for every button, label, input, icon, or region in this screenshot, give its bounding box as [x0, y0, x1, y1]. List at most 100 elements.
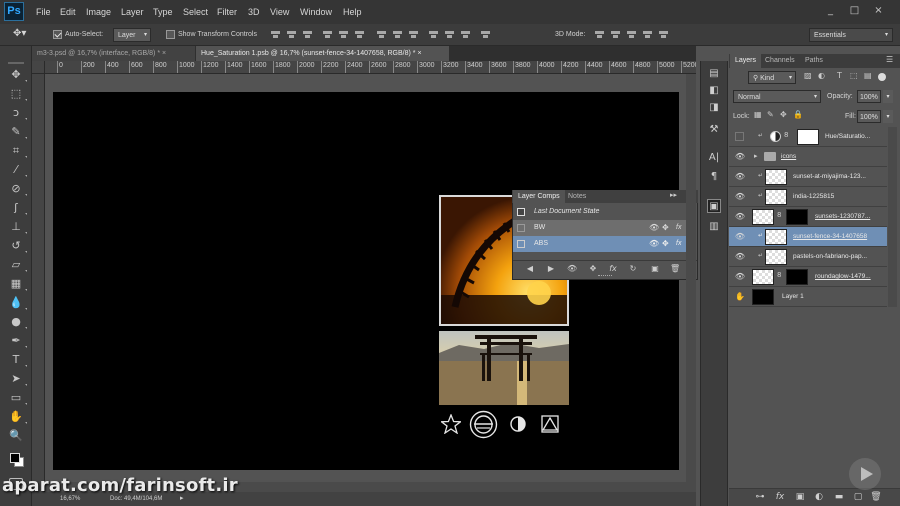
- history-panel-icon[interactable]: ▤: [707, 67, 721, 81]
- move-tool-preset-icon[interactable]: ✥▾: [13, 26, 35, 42]
- visibility-eye-icon[interactable]: 👁: [734, 252, 746, 262]
- layer-mask-thumb[interactable]: [797, 129, 819, 145]
- show-transform-checkbox[interactable]: [166, 30, 175, 39]
- tab-close-icon[interactable]: ×: [417, 50, 421, 57]
- align-bottom-icon[interactable]: [302, 29, 313, 40]
- filter-toggle-icon[interactable]: [878, 73, 886, 81]
- character-panel-icon[interactable]: A|: [707, 151, 721, 165]
- update-visibility-icon[interactable]: 👁: [567, 264, 577, 274]
- filter-smartobject-icon[interactable]: ▤: [864, 71, 872, 80]
- clone-stamp-tool-icon[interactable]: ⊥: [8, 219, 27, 235]
- layer-row-sunset-fence[interactable]: 👁 ↵ sunset-fence-34-1407658: [729, 227, 887, 247]
- layer-thumb[interactable]: [765, 229, 787, 245]
- layer-name[interactable]: roundaglow-1479...: [815, 267, 886, 287]
- menu-view[interactable]: View: [270, 0, 289, 24]
- eyedropper-tool-icon[interactable]: ⁄: [8, 162, 27, 178]
- menu-file[interactable]: File: [36, 0, 51, 24]
- layer-thumb[interactable]: [765, 249, 787, 265]
- path-selection-tool-icon[interactable]: ➤: [8, 371, 27, 387]
- align-left-icon[interactable]: [322, 29, 333, 40]
- maximize-button[interactable]: □: [847, 4, 862, 18]
- document-canvas[interactable]: [53, 92, 679, 470]
- layer-thumb[interactable]: [752, 269, 774, 285]
- update-appearance-icon[interactable]: fx: [608, 264, 618, 274]
- auto-select-checkbox[interactable]: [53, 30, 62, 39]
- comp-apply-icon[interactable]: [517, 208, 525, 216]
- next-comp-icon[interactable]: ▶: [546, 264, 556, 274]
- filter-shape-icon[interactable]: ⬚: [850, 71, 858, 80]
- gradient-tool-icon[interactable]: ▦: [8, 276, 27, 292]
- star-icon[interactable]: [441, 414, 461, 434]
- hand-cursor-icon[interactable]: ✋: [734, 292, 746, 302]
- torii-sunset-image[interactable]: [439, 331, 569, 405]
- hand-tool-icon[interactable]: ✋: [8, 409, 27, 425]
- 3d-scale-icon[interactable]: [658, 29, 669, 40]
- menu-image[interactable]: Image: [86, 0, 111, 24]
- zoom-tool-icon[interactable]: 🔍: [8, 428, 24, 444]
- menu-select[interactable]: Select: [183, 0, 208, 24]
- comp-position-icon[interactable]: ✥: [662, 220, 669, 236]
- distribute-top-icon[interactable]: [376, 29, 387, 40]
- layer-row-layer-1[interactable]: ✋ Layer 1: [729, 287, 887, 307]
- layer-name[interactable]: Hue/Saturatio...: [825, 127, 885, 147]
- tab-notes[interactable]: Notes: [563, 190, 591, 203]
- visibility-eye-icon[interactable]: 👁: [734, 212, 746, 222]
- sun-horizon-icon[interactable]: [469, 410, 498, 439]
- group-expand-arrow-icon[interactable]: ▸: [754, 152, 758, 160]
- panel-resize-grip[interactable]: [598, 275, 612, 277]
- comp-apply-icon[interactable]: [517, 224, 525, 232]
- layer-row-india[interactable]: 👁 ↵ india-1225815: [729, 187, 887, 207]
- lasso-tool-icon[interactable]: ↄ: [8, 105, 27, 121]
- visibility-eye-icon[interactable]: 👁: [734, 272, 746, 282]
- tab-layer-comps[interactable]: Layer Comps: [513, 190, 565, 203]
- filter-adjustment-icon[interactable]: ◐: [818, 71, 825, 80]
- quick-selection-tool-icon[interactable]: ✎: [8, 124, 27, 140]
- menu-window[interactable]: Window: [300, 0, 332, 24]
- layer-mask-thumb[interactable]: [786, 269, 808, 285]
- layers-panel-menu-icon[interactable]: ☰: [886, 55, 893, 64]
- layer-name[interactable]: pastels-on-fabriano-pap...: [793, 247, 885, 267]
- layer-filter-dropdown[interactable]: ⚲ Kind ▾: [748, 71, 796, 84]
- layer-comps-panel-icon[interactable]: ▣: [707, 199, 721, 213]
- update-comp-icon[interactable]: ↻: [628, 264, 638, 274]
- tab-channels[interactable]: Channels: [760, 54, 800, 68]
- dodge-tool-icon[interactable]: ●: [8, 314, 27, 330]
- layer-row-icons-group[interactable]: 👁 ▸ icons: [729, 147, 887, 167]
- adjustments-panel-icon[interactable]: ◨: [707, 101, 721, 115]
- layer-thumb[interactable]: [765, 189, 787, 205]
- menu-filter[interactable]: Filter: [217, 0, 237, 24]
- visibility-eye-icon[interactable]: 👁: [734, 152, 746, 162]
- 3d-slide-icon[interactable]: [642, 29, 653, 40]
- chain-link-icon[interactable]: 8: [784, 131, 788, 139]
- move-tool-icon[interactable]: ✥: [8, 67, 27, 83]
- align-vcenter-icon[interactable]: [286, 29, 297, 40]
- new-adjustment-icon[interactable]: ◐: [813, 491, 825, 503]
- vertical-scrollbar[interactable]: [686, 74, 696, 482]
- foreground-color-swatch-top[interactable]: [10, 453, 20, 463]
- layer-thumb[interactable]: [765, 169, 787, 185]
- minimize-button[interactable]: _: [823, 4, 838, 18]
- tools-presets-icon[interactable]: ⚒: [707, 123, 721, 137]
- align-right-icon[interactable]: [354, 29, 365, 40]
- add-mask-icon[interactable]: ▣: [794, 491, 806, 503]
- crop-tool-icon[interactable]: ⌗: [8, 143, 27, 159]
- rectangle-tool-icon[interactable]: ▭: [8, 390, 27, 406]
- filter-pixel-icon[interactable]: ▨: [804, 71, 812, 80]
- layer-comp-abs[interactable]: ABS 👁 ✥ fx: [513, 236, 690, 252]
- layer-name[interactable]: sunset-fence-34-1407658: [793, 227, 885, 247]
- 3d-rotate-icon[interactable]: [594, 29, 605, 40]
- opacity-input[interactable]: 100%: [857, 90, 881, 103]
- comp-fx-icon[interactable]: fx: [676, 220, 681, 236]
- menu-3d[interactable]: 3D: [248, 0, 260, 24]
- layer-name[interactable]: india-1225815: [793, 187, 885, 207]
- lock-transparent-icon[interactable]: ▦: [754, 110, 762, 119]
- layer-row-sunsets[interactable]: 👁 8 sunsets-1230787...: [729, 207, 887, 227]
- tab-paths[interactable]: Paths: [800, 54, 828, 68]
- type-tool-icon[interactable]: T: [8, 352, 27, 368]
- layer-comp-last-document-state[interactable]: Last Document State: [513, 204, 690, 220]
- distribute-left-icon[interactable]: [428, 29, 439, 40]
- paragraph-panel-icon[interactable]: ¶: [707, 170, 721, 184]
- blur-tool-icon[interactable]: 💧: [8, 295, 27, 311]
- distribute-right-icon[interactable]: [460, 29, 471, 40]
- auto-select-dropdown[interactable]: Layer ▾: [113, 28, 151, 42]
